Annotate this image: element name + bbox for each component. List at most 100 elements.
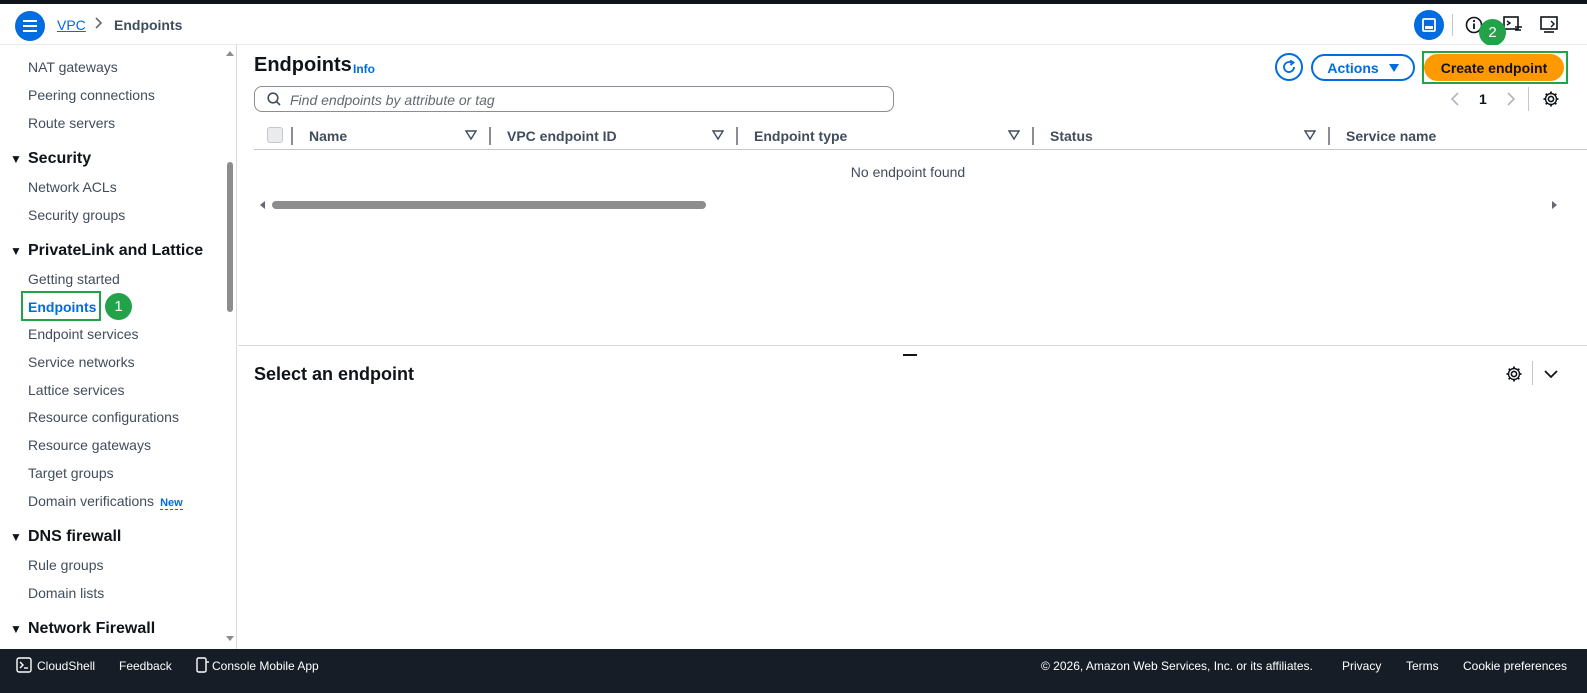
column-divider [489,127,491,145]
footer: CloudShell Feedback Console Mobile App ©… [0,649,1587,693]
sidebar-item-network-acls[interactable]: Network ACLs [28,179,117,195]
sidebar-item-service-networks[interactable]: Service networks [28,354,135,370]
page-number[interactable]: 1 [1479,91,1487,107]
search-field[interactable] [254,86,894,112]
split-panel-divider [1532,361,1533,385]
sidebar-section-title: DNS firewall [28,528,122,545]
sidebar-item-nat-gateways[interactable]: NAT gateways [28,59,118,75]
search-icon [267,92,281,106]
toolbar-divider [1452,14,1453,36]
actions-label: Actions [1327,59,1379,76]
panel-icon [1422,18,1436,32]
caret-down-icon: ▼ [10,152,22,166]
sidebar-item-label: Domain verifications [28,493,155,509]
column-divider [1032,127,1034,145]
gear-icon[interactable] [1542,90,1560,108]
search-input[interactable] [290,90,880,110]
new-badge: New [160,497,183,510]
sidebar-scrollbar[interactable] [227,162,233,312]
sidebar-item-endpoint-services[interactable]: Endpoint services [28,326,139,342]
highlight-box [21,291,101,321]
gear-icon[interactable] [1505,365,1523,383]
footer-feedback[interactable]: Feedback [119,659,172,673]
caret-down-icon: ▼ [10,622,22,636]
sidebar-item-security-groups[interactable]: Security groups [28,207,125,223]
refresh-button[interactable] [1275,53,1303,81]
page-title: Endpoints [254,54,352,76]
sidebar-item-route-servers[interactable]: Route servers [28,115,115,131]
caret-down-icon [1388,63,1399,72]
sort-icon[interactable] [1008,129,1020,141]
column-header-name[interactable]: Name [309,128,347,144]
column-divider [291,127,293,145]
sidebar-item-rule-groups[interactable]: Rule groups [28,557,104,573]
sidebar-item-lattice-services[interactable]: Lattice services [28,382,124,398]
chevron-down-icon[interactable] [1543,367,1559,381]
breadcrumb-current: Endpoints [114,17,183,33]
info-link[interactable]: Info [353,62,375,76]
sidebar-section-network-firewall[interactable]: ▼ Network Firewall [10,620,155,638]
select-all-checkbox[interactable] [267,127,283,143]
sidebar-section-dns-firewall[interactable]: ▼ DNS firewall [10,528,121,546]
sidebar-item-getting-started[interactable]: Getting started [28,271,120,287]
mobile-phone-icon [196,657,209,673]
breadcrumb-vpc-link[interactable]: VPC [57,17,86,33]
chevron-left-icon[interactable] [1448,91,1462,107]
terminal-icon[interactable] [1503,16,1523,34]
actions-button[interactable]: Actions [1311,54,1415,81]
column-divider [1328,127,1330,145]
refresh-icon [1283,59,1296,73]
sort-icon[interactable] [465,129,477,141]
footer-copyright: © 2026, Amazon Web Services, Inc. or its… [1041,659,1313,673]
sidebar-item-resource-gateways[interactable]: Resource gateways [28,437,151,453]
sort-icon[interactable] [712,129,724,141]
caret-down-icon: ▼ [10,530,22,544]
menu-icon [23,20,37,32]
sidebar-item-peering-connections[interactable]: Peering connections [28,87,155,103]
column-divider [736,127,738,145]
sidebar: NAT gateways Peering connections Route s… [0,45,237,649]
empty-table-message: No endpoint found [850,164,966,180]
table-header: Name VPC endpoint ID Endpoint type Statu… [254,122,1587,150]
split-panel-resize-handle[interactable] [903,354,917,356]
endpoints-table-panel: Endpoints Info Actions Create endpoint 1… [238,45,1587,346]
breadcrumb-bar: VPC Endpoints [0,4,1587,45]
hamburger-menu-button[interactable] [15,11,45,41]
footer-privacy[interactable]: Privacy [1342,659,1381,673]
highlight-box [1422,51,1568,84]
footer-terms[interactable]: Terms [1406,659,1439,673]
sidebar-item-target-groups[interactable]: Target groups [28,465,114,481]
sidebar-item-domain-lists[interactable]: Domain lists [28,585,104,601]
sidebar-section-title: Security [28,150,92,167]
sidebar-section-title: Network Firewall [28,620,156,637]
pagination-divider [1528,87,1529,111]
table-horizontal-scrollbar[interactable] [272,201,706,209]
caret-down-icon: ▼ [10,244,22,258]
sidebar-item-resource-configurations[interactable]: Resource configurations [28,409,179,425]
split-panel-title: Select an endpoint [254,364,415,384]
footer-cloudshell[interactable]: CloudShell [37,659,95,673]
column-header-service-name[interactable]: Service name [1346,128,1436,144]
scroll-left-arrow-icon[interactable] [258,200,266,210]
step-badge-2: 2 [1479,19,1506,46]
column-header-endpoint-type[interactable]: Endpoint type [754,128,847,144]
side-panel-icon[interactable] [1540,16,1560,34]
sidebar-section-title: PrivateLink and Lattice [28,242,204,259]
sort-icon[interactable] [1304,129,1316,141]
notifications-button[interactable] [1414,10,1444,40]
main-content: Endpoints Info Actions Create endpoint 1… [238,45,1587,649]
chevron-right-icon [95,17,103,29]
column-header-status[interactable]: Status [1050,128,1093,144]
step-badge-1: 1 [105,293,132,320]
scroll-right-arrow-icon[interactable] [1551,200,1559,210]
sidebar-section-security[interactable]: ▼ Security [10,150,91,168]
column-header-vpc-endpoint-id[interactable]: VPC endpoint ID [507,128,617,144]
chevron-right-icon[interactable] [1504,91,1518,107]
scroll-up-arrow-icon[interactable] [225,49,235,57]
sidebar-section-privatelink[interactable]: ▼ PrivateLink and Lattice [10,242,203,260]
footer-cookie-preferences[interactable]: Cookie preferences [1463,659,1567,673]
scroll-down-arrow-icon[interactable] [225,635,235,643]
footer-mobile-app[interactable]: Console Mobile App [212,659,319,673]
sidebar-item-domain-verifications[interactable]: Domain verifications New [28,493,183,510]
cloudshell-icon [16,657,32,673]
